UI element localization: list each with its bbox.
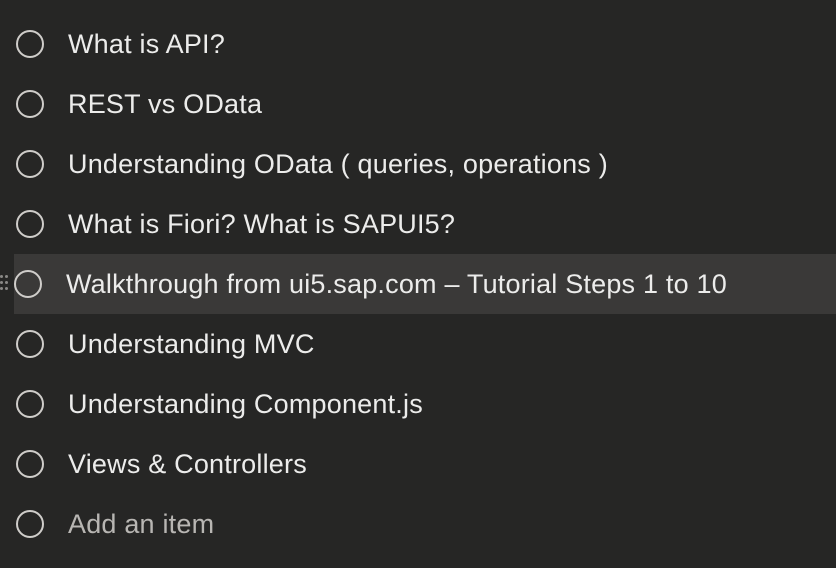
complete-checkbox-icon[interactable] xyxy=(16,90,44,118)
add-item-row[interactable]: Add an item xyxy=(0,494,836,554)
task-title[interactable]: What is Fiori? What is SAPUI5? xyxy=(68,209,455,240)
task-item[interactable]: REST vs OData xyxy=(0,74,836,134)
complete-checkbox-icon[interactable] xyxy=(16,450,44,478)
complete-checkbox-icon[interactable] xyxy=(14,270,42,298)
complete-checkbox-icon[interactable] xyxy=(16,390,44,418)
task-item[interactable]: What is Fiori? What is SAPUI5? xyxy=(0,194,836,254)
complete-checkbox-icon[interactable] xyxy=(16,210,44,238)
drag-handle-icon[interactable] xyxy=(0,275,8,293)
task-title[interactable]: Views & Controllers xyxy=(68,449,307,480)
task-title[interactable]: REST vs OData xyxy=(68,89,262,120)
task-item[interactable]: Understanding Component.js xyxy=(0,374,836,434)
task-title[interactable]: Understanding MVC xyxy=(68,329,315,360)
task-list: What is API? REST vs OData Understanding… xyxy=(0,0,836,568)
task-item[interactable]: Understanding OData ( queries, operation… xyxy=(0,134,836,194)
task-item-hovered[interactable]: Walkthrough from ui5.sap.com – Tutorial … xyxy=(0,254,836,314)
task-title[interactable]: What is API? xyxy=(68,29,225,60)
task-title[interactable]: Walkthrough from ui5.sap.com – Tutorial … xyxy=(66,269,727,300)
task-item[interactable]: What is API? xyxy=(0,14,836,74)
task-item[interactable]: Views & Controllers xyxy=(0,434,836,494)
task-title[interactable]: Understanding Component.js xyxy=(68,389,423,420)
complete-checkbox-icon[interactable] xyxy=(16,150,44,178)
complete-checkbox-icon[interactable] xyxy=(16,330,44,358)
add-item-input[interactable]: Add an item xyxy=(68,509,214,540)
add-item-circle-icon[interactable] xyxy=(16,510,44,538)
complete-checkbox-icon[interactable] xyxy=(16,30,44,58)
task-title[interactable]: Understanding OData ( queries, operation… xyxy=(68,149,608,180)
task-item[interactable]: Understanding MVC xyxy=(0,314,836,374)
